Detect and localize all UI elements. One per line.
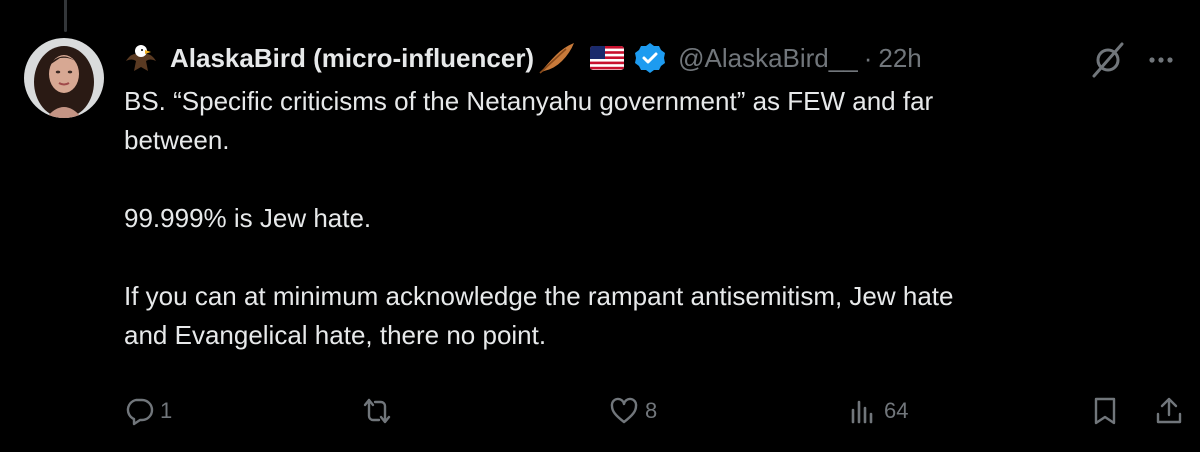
thread-connector-line [64,0,67,32]
reply-button[interactable]: 1 [124,396,172,426]
reply-count: 1 [160,398,173,423]
eagle-emoji-icon [126,45,156,71]
verified-badge-icon[interactable] [634,42,666,74]
like-button[interactable]: 8 [609,396,657,426]
like-count: 8 [645,398,658,423]
more-icon[interactable] [1146,45,1176,75]
like-icon [610,397,638,424]
bookmark-button[interactable] [1090,396,1120,426]
separator-dot: · [863,42,873,73]
avatar[interactable] [24,38,104,118]
bookmark-icon [1094,397,1116,425]
repost-icon [363,398,391,424]
reply-icon [126,398,154,426]
display-name[interactable]: AlaskaBird (micro-influencer) [170,43,534,74]
share-button[interactable] [1154,396,1184,426]
us-flag-icon [590,46,625,70]
timestamp[interactable]: 22h [878,43,921,74]
tweet-content: AlaskaBird (micro-influencer) @AlaskaBir… [124,36,1176,355]
grok-icon[interactable] [1088,40,1128,80]
tweet-page: AlaskaBird (micro-influencer) @AlaskaBir… [0,0,1200,452]
header-actions [1088,40,1176,80]
views-button[interactable]: 64 [848,396,908,426]
tweet-header: AlaskaBird (micro-influencer) @AlaskaBir… [124,36,1176,80]
views-icon [851,400,873,424]
handle[interactable]: @AlaskaBird__ [678,43,858,74]
views-count: 64 [884,398,909,423]
tweet-text: BS. “Specific criticisms of the Netanyah… [124,86,954,350]
feather-emoji-icon [539,43,575,74]
share-icon [1156,397,1182,424]
tweet-actions: 1 8 64 [124,396,1182,436]
repost-button[interactable] [362,396,398,426]
